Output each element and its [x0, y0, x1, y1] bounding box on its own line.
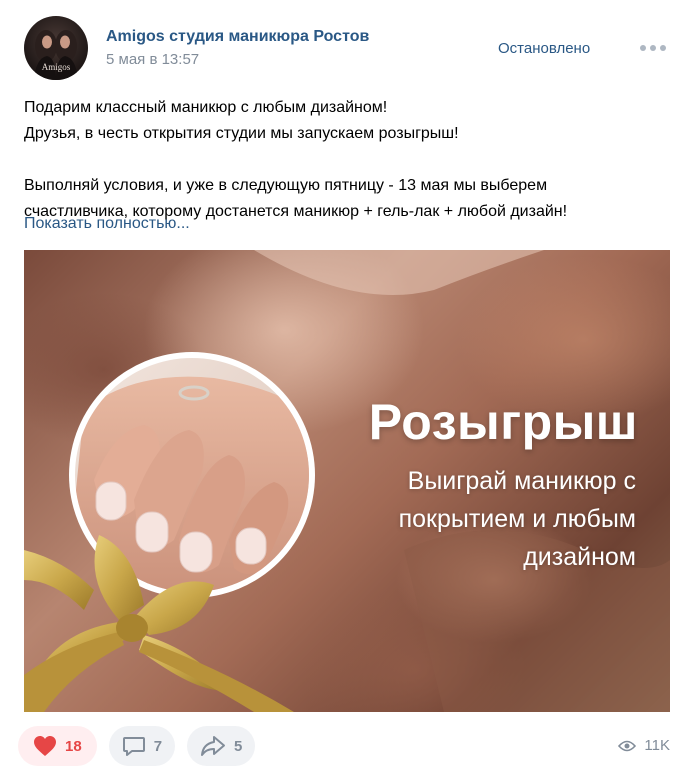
post-card: Amigos Amigos студия маникюра Ростов 5 м… [0, 0, 694, 780]
more-options-button[interactable] [640, 38, 666, 58]
post-text-line: Друзья, в честь открытия студии мы запус… [24, 125, 459, 142]
like-button[interactable]: 18 [18, 726, 97, 766]
share-button[interactable]: 5 [187, 726, 256, 766]
heart-icon [34, 736, 56, 756]
show-more-link[interactable]: Показать полностью... [24, 215, 190, 233]
post-text-gap [24, 147, 664, 173]
avatar-image: Amigos [34, 30, 78, 80]
group-name-link[interactable]: Amigos студия маникюра Ростов [106, 28, 369, 46]
eye-icon [618, 740, 637, 751]
post-image[interactable]: Розыгрыш Выиграй маникюр с покрытием и л… [24, 250, 670, 712]
post-text-line: Выполняй условия, и уже в следующую пятн… [24, 177, 548, 194]
giveaway-subtitle: Выиграй маникюр с покрытием и любым диза… [398, 467, 636, 571]
comment-button[interactable]: 7 [108, 726, 176, 766]
giveaway-title: Розыгрыш [368, 394, 638, 450]
comment-icon [122, 737, 145, 756]
status-label[interactable]: Остановлено [498, 40, 590, 57]
views-count: 11K [644, 737, 670, 754]
post-date[interactable]: 5 мая в 13:57 [106, 51, 199, 68]
share-arrow-icon [201, 736, 226, 756]
comment-count: 7 [153, 737, 163, 755]
avatar-logo-text: Amigos [42, 62, 71, 72]
like-count: 18 [65, 737, 82, 755]
dot-icon [650, 45, 656, 51]
dot-icon [660, 45, 666, 51]
views-counter: 11K [618, 737, 670, 754]
post-text: Подарим классный маникюр с любым дизайно… [24, 95, 664, 225]
post-actions: 18 7 5 [18, 726, 256, 766]
group-avatar[interactable]: Amigos [24, 16, 88, 80]
dot-icon [640, 45, 646, 51]
share-count: 5 [234, 737, 243, 755]
post-text-line: Подарим классный маникюр с любым дизайно… [24, 99, 388, 116]
